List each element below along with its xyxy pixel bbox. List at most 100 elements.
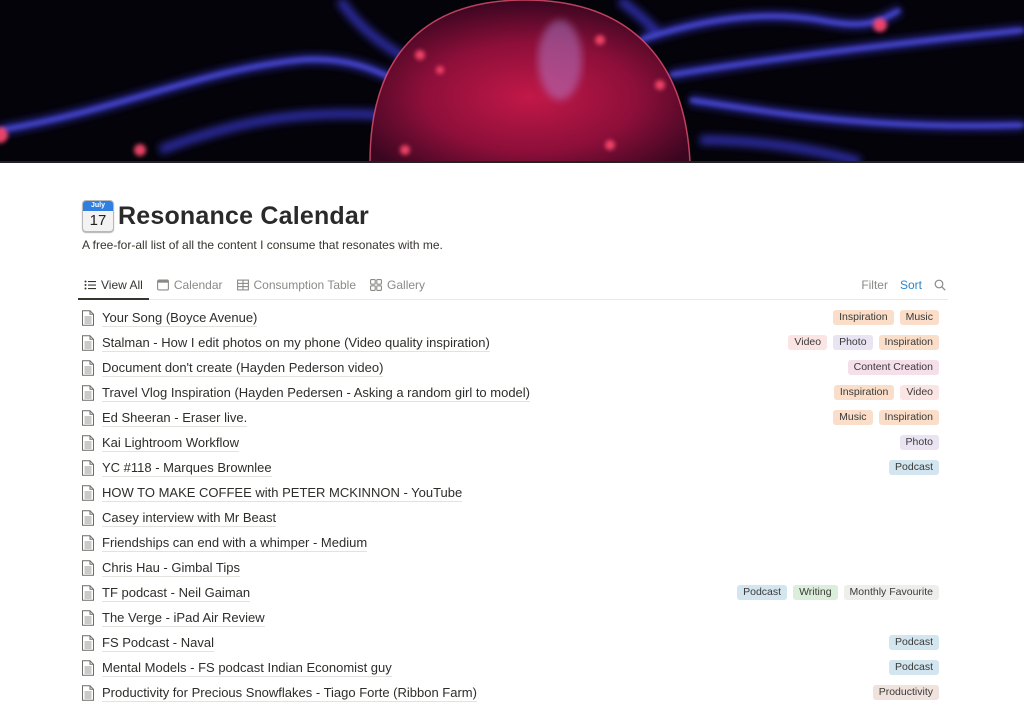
list-item[interactable]: Your Song (Boyce Avenue) Inspiration Musi… bbox=[78, 305, 948, 330]
item-tags: Content Creation bbox=[842, 355, 939, 380]
search-icon[interactable] bbox=[934, 278, 948, 292]
list-item[interactable]: Travel Vlog Inspiration (Hayden Pedersen… bbox=[78, 380, 948, 405]
item-tags: Inspiration Music bbox=[827, 305, 939, 330]
tag-photo[interactable]: Photo bbox=[833, 335, 873, 350]
item-tags: Podcast bbox=[883, 455, 939, 480]
list-item[interactable]: Document don't create (Hayden Pederson v… bbox=[78, 355, 948, 380]
tab-view-all[interactable]: View All bbox=[78, 270, 149, 300]
page-description: A free-for-all list of all the content I… bbox=[82, 238, 443, 252]
list-item[interactable]: Friendships can end with a whimper - Med… bbox=[78, 530, 948, 555]
document-icon bbox=[82, 509, 94, 526]
cover-divider bbox=[0, 161, 1024, 163]
item-title[interactable]: Chris Hau - Gimbal Tips bbox=[102, 559, 240, 577]
document-icon bbox=[82, 659, 94, 676]
list-item[interactable]: Chris Hau - Gimbal Tips bbox=[78, 555, 948, 580]
item-title[interactable]: FS Podcast - Naval bbox=[102, 634, 214, 652]
plasma-ball-illustration bbox=[0, 0, 1024, 162]
content-list: Your Song (Boyce Avenue) Inspiration Musi… bbox=[78, 305, 948, 705]
item-tags: Productivity bbox=[867, 680, 939, 705]
document-icon bbox=[82, 459, 94, 476]
document-icon bbox=[82, 309, 94, 326]
list-item[interactable]: Casey interview with Mr Beast bbox=[78, 505, 948, 530]
tag-inspiration[interactable]: Inspiration bbox=[878, 335, 939, 350]
tag-inspiration[interactable]: Inspiration bbox=[833, 385, 895, 400]
tab-label: Consumption Table bbox=[253, 277, 357, 292]
list-item[interactable]: FS Podcast - Naval Podcast bbox=[78, 630, 948, 655]
tag-podcast[interactable]: Podcast bbox=[889, 660, 939, 675]
tab-label: View All bbox=[101, 277, 143, 292]
list-item[interactable]: Kai Lightroom Workflow Photo bbox=[78, 430, 948, 455]
tag-podcast[interactable]: Podcast bbox=[889, 635, 939, 650]
list-item[interactable]: TF podcast - Neil Gaiman Podcast Writing M… bbox=[78, 580, 948, 605]
view-tabs: View All Calendar Consumption Table Gall… bbox=[78, 270, 948, 300]
list-item[interactable]: Mental Models - FS podcast Indian Econom… bbox=[78, 655, 948, 680]
item-title[interactable]: Ed Sheeran - Eraser live. bbox=[102, 409, 248, 427]
list-item[interactable]: Productivity for Precious Snowflakes - T… bbox=[78, 680, 948, 705]
document-icon bbox=[82, 334, 94, 351]
views-bar: View All Calendar Consumption Table Gall… bbox=[78, 270, 948, 300]
item-title[interactable]: YC #118 - Marques Brownlee bbox=[102, 459, 272, 477]
document-icon bbox=[82, 409, 94, 426]
document-icon bbox=[82, 609, 94, 626]
tag-music[interactable]: Music bbox=[833, 410, 873, 425]
cover-image bbox=[0, 0, 1024, 162]
tab-label: Calendar bbox=[173, 277, 223, 292]
tab-gallery[interactable]: Gallery bbox=[364, 270, 431, 299]
item-tags: Music Inspiration bbox=[827, 405, 939, 430]
item-title[interactable]: Mental Models - FS podcast Indian Econom… bbox=[102, 659, 392, 677]
document-icon bbox=[82, 384, 94, 401]
tag-podcast[interactable]: Podcast bbox=[889, 460, 939, 475]
document-icon bbox=[82, 634, 94, 651]
document-icon bbox=[82, 434, 94, 451]
document-icon bbox=[82, 559, 94, 576]
item-title[interactable]: TF podcast - Neil Gaiman bbox=[102, 584, 251, 602]
list-item[interactable]: Ed Sheeran - Eraser live. Music Inspirati… bbox=[78, 405, 948, 430]
filter-button[interactable]: Filter bbox=[861, 278, 888, 292]
tag-video[interactable]: Video bbox=[788, 335, 828, 350]
tag-video[interactable]: Video bbox=[900, 385, 939, 400]
tag-productivity[interactable]: Productivity bbox=[872, 685, 939, 700]
item-title[interactable]: Document don't create (Hayden Pederson v… bbox=[102, 359, 384, 377]
item-title[interactable]: Casey interview with Mr Beast bbox=[102, 509, 277, 527]
item-title[interactable]: The Verge - iPad Air Review bbox=[102, 609, 265, 627]
tag-inspiration[interactable]: Inspiration bbox=[833, 310, 894, 325]
item-tags: Video Photo Inspiration bbox=[782, 330, 939, 355]
list-item[interactable]: The Verge - iPad Air Review bbox=[78, 605, 948, 630]
sort-button[interactable]: Sort bbox=[900, 278, 922, 292]
tab-consumption-table[interactable]: Consumption Table bbox=[231, 270, 363, 299]
item-tags: Podcast bbox=[883, 655, 939, 680]
tag-content-creation[interactable]: Content Creation bbox=[847, 360, 939, 375]
item-title[interactable]: HOW TO MAKE COFFEE with PETER MCKINNON -… bbox=[102, 484, 463, 502]
tag-writing[interactable]: Writing bbox=[793, 585, 838, 600]
item-title[interactable]: Stalman - How I edit photos on my phone … bbox=[102, 334, 490, 352]
page-content: July 17 Resonance Calendar A free-for-al… bbox=[78, 196, 948, 702]
document-icon bbox=[82, 584, 94, 601]
item-title[interactable]: Travel Vlog Inspiration (Hayden Pedersen… bbox=[102, 384, 531, 402]
calendar-icon[interactable]: July 17 bbox=[82, 200, 114, 232]
list-item[interactable]: HOW TO MAKE COFFEE with PETER MCKINNON -… bbox=[78, 480, 948, 505]
calendar-icon-month: July bbox=[83, 201, 113, 211]
tag-photo[interactable]: Photo bbox=[899, 435, 939, 450]
view-actions: Filter Sort bbox=[849, 270, 948, 299]
item-title[interactable]: Productivity for Precious Snowflakes - T… bbox=[102, 684, 477, 702]
tag-monthly-favourite[interactable]: Monthly Favourite bbox=[843, 585, 939, 600]
page-header: July 17 Resonance Calendar bbox=[78, 196, 948, 236]
tag-podcast[interactable]: Podcast bbox=[737, 585, 788, 600]
document-icon bbox=[82, 684, 94, 701]
item-tags: Photo bbox=[894, 430, 939, 455]
page-title[interactable]: Resonance Calendar bbox=[118, 202, 369, 231]
item-tags: Podcast bbox=[883, 630, 939, 655]
table-icon bbox=[236, 279, 249, 291]
tab-calendar[interactable]: Calendar bbox=[151, 270, 229, 299]
list-item[interactable]: Stalman - How I edit photos on my phone … bbox=[78, 330, 948, 355]
item-tags: Podcast Writing Monthly Favourite bbox=[731, 580, 939, 605]
document-icon bbox=[82, 359, 94, 376]
document-icon bbox=[82, 484, 94, 501]
tag-music[interactable]: Music bbox=[899, 310, 939, 325]
item-title[interactable]: Your Song (Boyce Avenue) bbox=[102, 309, 258, 327]
calendar-view-icon bbox=[156, 279, 169, 291]
item-title[interactable]: Friendships can end with a whimper - Med… bbox=[102, 534, 368, 552]
list-item[interactable]: YC #118 - Marques Brownlee Podcast bbox=[78, 455, 948, 480]
item-title[interactable]: Kai Lightroom Workflow bbox=[102, 434, 240, 452]
tag-inspiration[interactable]: Inspiration bbox=[878, 410, 939, 425]
